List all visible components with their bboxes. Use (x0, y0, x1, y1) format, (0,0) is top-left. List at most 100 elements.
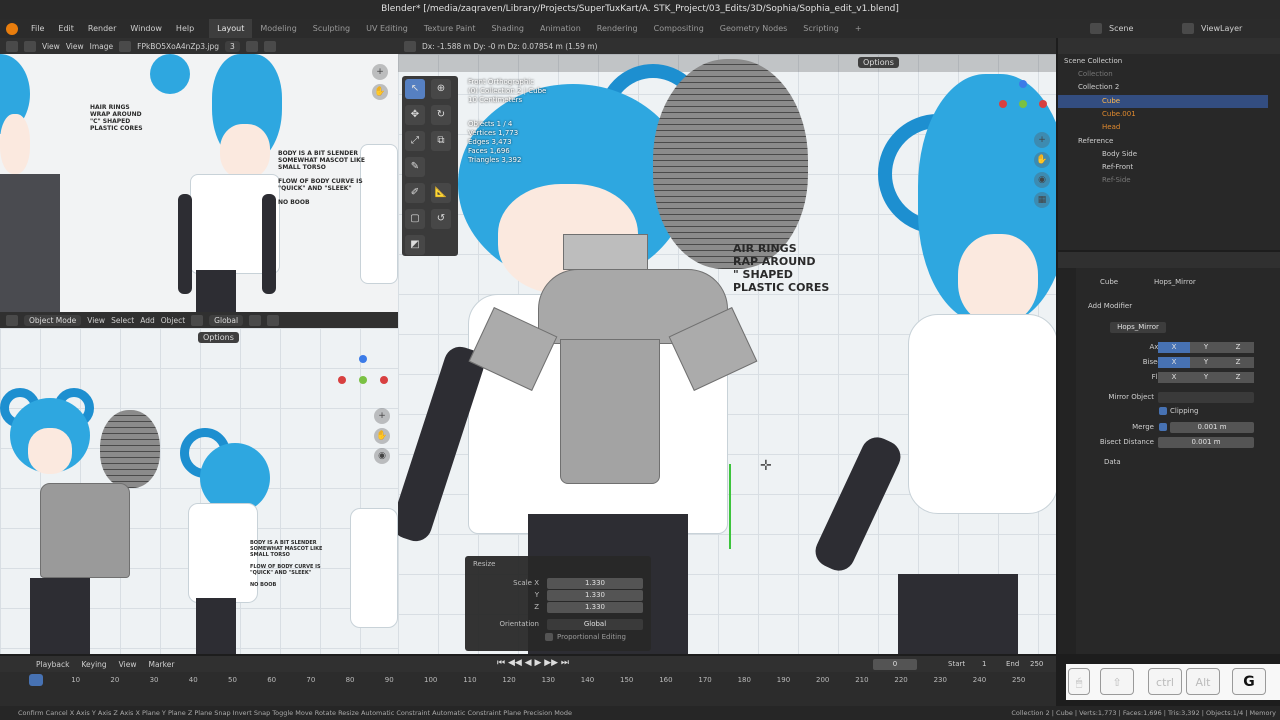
redo-panel-title[interactable]: Resize (473, 560, 495, 568)
mirror-object-field[interactable] (1158, 392, 1254, 403)
main-options-button[interactable]: Options (858, 57, 899, 68)
menu-file[interactable]: File (24, 19, 51, 38)
flip-x-toggle[interactable]: X (1158, 372, 1190, 383)
tab-scripting[interactable]: Scripting (795, 19, 847, 38)
image-users-count[interactable]: 3 (225, 40, 240, 52)
outliner-body-side[interactable]: Body Side (1058, 148, 1268, 161)
outliner-head[interactable]: Head (1058, 121, 1268, 134)
fake-user-icon[interactable] (245, 40, 258, 52)
menu-edit[interactable]: Edit (51, 19, 81, 38)
gizmo-y-icon[interactable] (1019, 100, 1027, 108)
scale-x-field[interactable]: 1.330 (547, 578, 643, 589)
image-editor-menu-view2[interactable]: View (66, 42, 84, 51)
gizmo-z-icon[interactable] (1019, 80, 1027, 88)
tab-sculpting[interactable]: Sculpting (305, 19, 358, 38)
transform-tool-icon[interactable]: ⧉ (431, 131, 451, 151)
image-browse-icon[interactable] (119, 40, 132, 52)
editor-type-icon[interactable] (6, 314, 18, 326)
menu-help[interactable]: Help (169, 19, 201, 38)
view-mode-icon[interactable] (24, 40, 36, 52)
spin-tool-icon[interactable]: ↺ (431, 209, 451, 229)
small-viewport-menu-view[interactable]: View (87, 316, 105, 325)
pan-hand-icon[interactable]: ✋ (374, 428, 390, 444)
data-subpanel[interactable]: Data (1104, 456, 1121, 468)
axis-x-toggle[interactable]: X (1158, 342, 1190, 353)
rotate-tool-icon[interactable]: ↻ (431, 105, 451, 125)
small-viewport-menu-select[interactable]: Select (111, 316, 134, 325)
image-tool-icon[interactable]: ◩ (405, 235, 425, 255)
menu-window[interactable]: Window (123, 19, 169, 38)
image-name-field[interactable]: FPkBO5XoA4nZp3.jpg (137, 42, 219, 51)
flip-z-toggle[interactable]: Z (1222, 372, 1254, 383)
zoom-icon[interactable]: + (372, 64, 388, 80)
gizmo-x-icon[interactable] (999, 100, 1007, 108)
scale-y-field[interactable]: 1.330 (547, 590, 643, 601)
tab-animation[interactable]: Animation (532, 19, 589, 38)
image-editor-menu-view[interactable]: View (42, 42, 60, 51)
transform-orientation[interactable]: Global (209, 314, 244, 326)
orientation-dropdown[interactable]: Global (547, 619, 643, 630)
snap-icon[interactable] (249, 314, 262, 326)
merge-checkbox[interactable] (1159, 423, 1167, 431)
timeline[interactable]: Playback Keying View Marker ⏮ ◀◀ ◀ ▶ ▶▶ … (0, 656, 1056, 706)
timeline-menu-keying[interactable]: Keying (81, 660, 106, 669)
playback-controls[interactable]: ⏮ ◀◀ ◀ ▶ ▶▶ ⏭ (497, 658, 569, 668)
timeline-menu-view[interactable]: View (119, 660, 137, 669)
merge-distance-field[interactable]: 0.001 m (1170, 422, 1254, 433)
tab-layout[interactable]: Layout (209, 19, 253, 38)
proportional-icon[interactable] (267, 314, 280, 326)
timeline-menu-playback[interactable]: Playback (36, 660, 69, 669)
image-editor-menu-image[interactable]: Image (90, 42, 114, 51)
new-image-icon[interactable] (263, 40, 276, 52)
outliner-reference[interactable]: Reference (1058, 135, 1268, 148)
playhead[interactable] (29, 674, 43, 686)
scale-z-field[interactable]: 1.330 (547, 602, 643, 613)
cursor-tool-icon[interactable]: ⊕ (431, 79, 451, 99)
reference-image-top[interactable]: HAIR RINGS WRAP AROUND "C" SHAPED PLASTI… (0, 54, 398, 312)
tab-geometry-nodes[interactable]: Geometry Nodes (712, 19, 795, 38)
tab-shading[interactable]: Shading (483, 19, 532, 38)
camera-icon[interactable]: ◉ (374, 448, 390, 464)
redo-panel-resize[interactable]: Resize Scale X 1.330 Y 1.330 Z 1.330 Ori… (465, 556, 651, 651)
gizmo-neg-x-icon[interactable] (380, 376, 388, 384)
menu-render[interactable]: Render (81, 19, 123, 38)
camera-icon[interactable]: ◉ (1034, 172, 1050, 188)
pan-hand-icon[interactable]: ✋ (372, 84, 388, 100)
gizmo-y-icon[interactable] (359, 376, 367, 384)
bisect-distance-field[interactable]: 0.001 m (1158, 437, 1254, 448)
zoom-icon[interactable]: + (374, 408, 390, 424)
outliner-cube[interactable]: Cube (1058, 95, 1268, 108)
tab-uv-editing[interactable]: UV Editing (358, 19, 416, 38)
scale-tool-icon[interactable]: ⤢ (405, 131, 425, 151)
zoom-icon[interactable]: + (1034, 132, 1050, 148)
clipping-checkbox[interactable] (1159, 407, 1167, 415)
outliner-collection-2[interactable]: Collection 2 (1058, 81, 1268, 94)
gizmo-neg-x-icon[interactable] (1039, 100, 1047, 108)
outliner-ref-front[interactable]: Ref-Front (1058, 161, 1268, 174)
add-workspace-button[interactable]: + (847, 19, 870, 38)
select-box-tool-icon[interactable]: ↖ (405, 79, 425, 99)
current-frame-field[interactable]: 0 (873, 659, 917, 670)
layer-icon[interactable] (1182, 23, 1194, 34)
outliner-ref-side[interactable]: Ref-Side (1058, 174, 1268, 187)
editor-type-icon[interactable] (404, 40, 416, 52)
editor-type-icon[interactable] (6, 40, 18, 52)
draw-tool-icon[interactable]: ✐ (405, 183, 425, 203)
bisect-y-toggle[interactable]: Y (1190, 357, 1222, 368)
timeline-menu-marker[interactable]: Marker (148, 660, 174, 669)
proportional-checkbox[interactable] (545, 633, 553, 641)
small-3d-viewport[interactable]: Options BODY IS A BIT SLENDER SOMEWHAT M… (0, 328, 398, 654)
end-frame[interactable]: 250 (1030, 658, 1043, 670)
blender-logo-icon[interactable] (6, 22, 18, 35)
move-tool-icon[interactable]: ✥ (405, 105, 425, 125)
outliner-scene-collection[interactable]: Scene Collection (1058, 55, 1268, 68)
axis-z-toggle[interactable]: Z (1222, 342, 1254, 353)
bisect-x-toggle[interactable]: X (1158, 357, 1190, 368)
bisect-z-toggle[interactable]: Z (1222, 357, 1254, 368)
flip-y-toggle[interactable]: Y (1190, 372, 1222, 383)
view-layer-selector[interactable]: ViewLayer (1194, 19, 1280, 38)
add-cube-tool-icon[interactable]: ▢ (405, 209, 425, 229)
annotate-tool-icon[interactable]: ✎ (405, 157, 425, 177)
scene-selector[interactable]: Scene (1102, 19, 1182, 38)
small-viewport-menu-add[interactable]: Add (140, 316, 155, 325)
